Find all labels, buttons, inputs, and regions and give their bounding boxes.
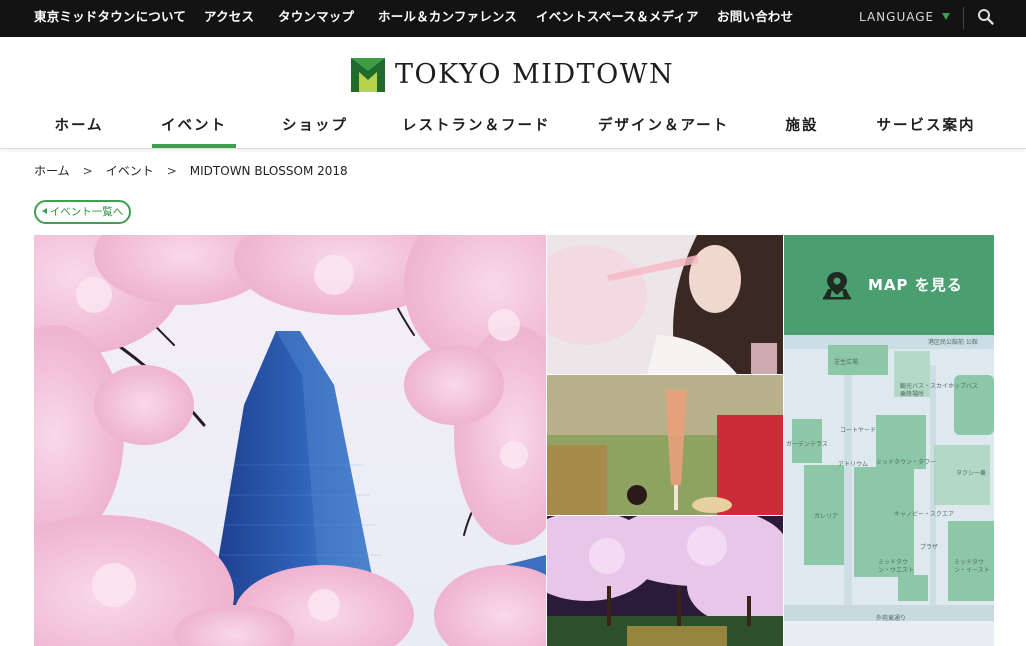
map-label: 港区民公館前 公館 — [928, 339, 978, 346]
map-label: プラザ — [920, 544, 939, 551]
breadcrumb-home[interactable]: ホーム — [34, 163, 70, 179]
nav-shop[interactable]: ショップ — [282, 109, 348, 147]
map-label: コートヤード — [840, 427, 877, 434]
top-link-eventspace[interactable]: イベントスペース＆メディア — [536, 0, 699, 37]
map-label: タクシー乗 — [956, 470, 987, 477]
nav-design-art[interactable]: デザイン＆アート — [598, 109, 727, 147]
top-link-contact[interactable]: お問い合わせ — [717, 0, 793, 37]
main-navigation: ホーム イベント ショップ レストラン＆フード デザイン＆アート 施設 サービス… — [0, 109, 1026, 149]
nav-restaurant-food[interactable]: レストラン＆フード — [402, 109, 549, 147]
breadcrumb: ホーム > イベント > MIDTOWN BLOSSOM 2018 — [34, 163, 348, 179]
map-label: ガーデンテラス — [786, 441, 828, 448]
view-map-label: MAP を見る — [868, 276, 963, 294]
map-label: 芝生広場 — [834, 359, 859, 366]
back-arrow-icon — [41, 208, 47, 214]
map-label: ミッドタウン・ウエスト — [878, 559, 915, 574]
breadcrumb-separator: > — [82, 164, 93, 178]
nav-home[interactable]: ホーム — [50, 109, 108, 147]
top-utility-bar: 東京ミッドタウンについて アクセス タウンマップ ホール＆カンファレンス イベン… — [0, 0, 1026, 37]
map-pin-icon — [820, 270, 854, 300]
topbar-divider — [963, 7, 964, 29]
back-to-event-list-button[interactable]: イベント一覧へ — [34, 200, 131, 224]
top-link-townmap[interactable]: タウンマップ — [278, 0, 354, 37]
map-label: アトリウム — [838, 461, 869, 468]
nav-service-info[interactable]: サービス案内 — [876, 109, 976, 147]
nav-facilities[interactable]: 施設 — [782, 109, 822, 147]
map-label: ガレリア — [814, 513, 839, 520]
map-label: 外苑東通り — [876, 615, 907, 622]
back-button-label: イベント一覧へ — [49, 206, 124, 218]
breadcrumb-current: MIDTOWN BLOSSOM 2018 — [189, 164, 348, 178]
map-label: ミッドタウン・イースト — [954, 559, 990, 574]
site-logo[interactable]: TOKYO MIDTOWN — [351, 57, 681, 93]
top-link-about[interactable]: 東京ミッドタウンについて — [34, 0, 186, 37]
breadcrumb-separator: > — [166, 164, 177, 178]
champagne-flute-picnic-image — [547, 375, 783, 515]
midtown-logo-mark-icon — [351, 58, 385, 92]
map-label: ミッドタウン・タワー — [876, 459, 937, 466]
hero-cherry-blossom-tower-image — [34, 235, 546, 646]
town-map-thumbnail[interactable]: 港区民公館前 公館 芝生広場 観光バス・スカイホップバス乗降場所 コートヤード … — [784, 335, 994, 646]
map-label: 観光バス・スカイホップバス乗降場所 — [900, 383, 979, 398]
logo-text: TOKYO MIDTOWN — [395, 59, 675, 90]
language-dropdown-arrow-icon[interactable] — [942, 13, 950, 20]
map-label: キャノピー・スクエア — [894, 511, 955, 518]
view-map-button[interactable]: MAP を見る — [784, 235, 994, 335]
top-link-hall[interactable]: ホール＆カンファレンス — [378, 0, 517, 37]
search-icon[interactable] — [977, 8, 995, 26]
nav-event[interactable]: イベント — [152, 109, 236, 148]
woman-drinking-rose-image — [547, 235, 783, 374]
top-link-access[interactable]: アクセス — [204, 0, 254, 37]
language-selector[interactable]: LANGUAGE — [859, 0, 934, 37]
breadcrumb-event[interactable]: イベント — [106, 163, 154, 179]
night-cherry-blossom-illumination-image — [547, 516, 783, 646]
